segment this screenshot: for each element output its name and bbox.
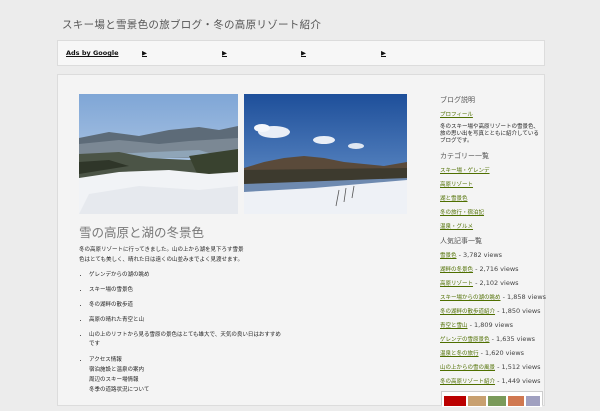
view-count: - 1,858 views	[502, 293, 547, 301]
popular-post-link[interactable]: 温泉と冬の旅行	[440, 351, 479, 357]
ski-slope-photo[interactable]	[79, 94, 238, 214]
category-link[interactable]: 湖と雪景色	[440, 194, 544, 202]
popular-post-row: 湖畔の冬景色 - 2,716 views	[440, 265, 544, 273]
popular-post-row: 冬の高原リゾート紹介 - 1,449 views	[440, 377, 544, 385]
popular-post-link[interactable]: 雪景色	[440, 253, 457, 259]
profile-link[interactable]: プロフィール	[440, 110, 544, 118]
popular-post-link[interactable]: ゲレンデの雪原景色	[440, 337, 490, 343]
view-count: - 1,620 views	[480, 349, 525, 357]
ad-link-3[interactable]: ▶	[301, 49, 306, 57]
ads-by-google-link[interactable]: Ads by Google	[66, 49, 119, 57]
popular-post-row: スキー場からの湖の眺め - 1,858 views	[440, 293, 547, 301]
popular-post-row: 冬の湖畔の散歩道紹介 - 1,850 views	[440, 307, 544, 315]
site-title[interactable]: スキー場と雪景色の旅ブログ・冬の高原リゾート紹介	[62, 17, 321, 32]
popular-post-link[interactable]: 高原リゾート	[440, 281, 473, 287]
ad-link-2[interactable]: ▶	[222, 49, 227, 57]
view-count: - 1,635 views	[491, 335, 536, 343]
view-count: - 1,449 views	[497, 377, 541, 385]
ad-link-1[interactable]: ▶	[142, 49, 147, 57]
view-count: - 1,512 views	[497, 363, 541, 371]
popular-post-row: 高原リゾート - 2,102 views	[440, 279, 544, 287]
category-link[interactable]: 高原リゾート	[440, 180, 544, 188]
sidebar-categories-heading: カテゴリー一覧	[440, 152, 489, 160]
sidebar-about-text: 冬のスキー場や高原リゾートの雪景色、旅の思い出を写真とともに紹介しているブログで…	[440, 124, 540, 144]
popular-post-link[interactable]: スキー場からの湖の眺め	[440, 295, 501, 301]
popular-post-row: 雪景色 - 3,782 views	[440, 251, 544, 259]
popular-post-link[interactable]: 湖畔の冬景色	[440, 267, 473, 273]
list-item: 山の上のリフトから見る雪原の景色はとても雄大で、天気の良い日はおすすめです	[89, 331, 284, 348]
popular-post-link[interactable]: 冬の高原リゾート紹介	[440, 379, 495, 385]
sidebar-about-heading: ブログ説明	[440, 96, 475, 104]
post-title: 雪の高原と湖の冬景色	[79, 225, 205, 240]
sidebar-popular-heading: 人気記事一覧	[440, 237, 482, 245]
popular-post-link[interactable]: 山の上からの雪の風景	[440, 365, 495, 371]
popular-post-row: ゲレンデの雪原景色 - 1,635 views	[440, 335, 544, 343]
list-item: 冬の湖畔の散歩道	[89, 301, 284, 310]
lake-photo[interactable]	[244, 94, 407, 214]
sidebar: ブログ説明 プロフィール 冬のスキー場や高原リゾートの雪景色、旅の思い出を写真と…	[440, 95, 547, 391]
list-item: 高原の晴れた青空と山	[89, 316, 284, 325]
ad-bar: Ads by Google ▶ ▶ ▶ ▶	[57, 40, 545, 66]
view-count: - 2,102 views	[475, 279, 519, 287]
view-count: - 1,850 views	[497, 307, 541, 315]
view-count: - 1,809 views	[469, 321, 514, 329]
ad-link-4[interactable]: ▶	[381, 49, 386, 57]
post-bullet-list: ゲレンデからの湖の眺め スキー場の雪景色 冬の湖畔の散歩道 高原の晴れた青空と山…	[79, 271, 284, 401]
main-content: 雪の高原と湖の冬景色 冬の高原リゾートに行ってきました。山の上から湖を見下ろす雪…	[57, 74, 547, 407]
popular-post-row: 青空と雪山 - 1,809 views	[440, 321, 544, 329]
rakuten-banner[interactable]	[441, 391, 543, 407]
list-item: アクセス情報 宿泊施設と温泉の案内 周辺のスキー場情報 冬季の道路状況について	[89, 355, 284, 395]
category-link[interactable]: 冬の旅行・宿泊記	[440, 208, 544, 216]
popular-post-link[interactable]: 冬の湖畔の散歩道紹介	[440, 309, 495, 315]
post-intro: 冬の高原リゾートに行ってきました。山の上から湖を見下ろす雪景色はとても美しく、晴…	[79, 247, 244, 263]
popular-post-row: 山の上からの雪の風景 - 1,512 views	[440, 363, 544, 371]
category-link[interactable]: スキー場・ゲレンデ	[440, 166, 544, 174]
view-count: - 3,782 views	[458, 251, 503, 259]
popular-post-row: 温泉と冬の旅行 - 1,620 views	[440, 349, 544, 357]
list-item: スキー場の雪景色	[89, 286, 284, 295]
view-count: - 2,716 views	[475, 265, 519, 273]
category-link[interactable]: 温泉・グルメ	[440, 222, 544, 230]
popular-post-link[interactable]: 青空と雪山	[440, 323, 468, 329]
list-item: ゲレンデからの湖の眺め	[89, 271, 284, 280]
